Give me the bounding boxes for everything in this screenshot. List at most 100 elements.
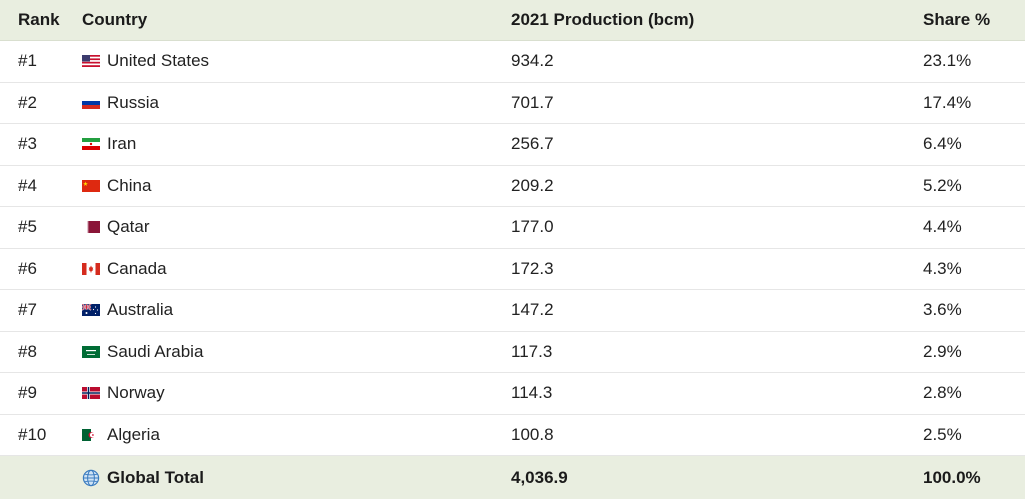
country-cell: Australia (82, 290, 173, 331)
rank-cell: #10 (18, 415, 46, 456)
production-cell-text: 117.3 (511, 341, 553, 361)
country-cell: Canada (82, 249, 167, 290)
country-cell: Russia (82, 83, 159, 124)
production-cell: 701.7 (511, 83, 554, 124)
rank-cell-text: #9 (18, 383, 37, 403)
production-cell: 209.2 (511, 166, 554, 207)
production-cell: 114.3 (511, 373, 552, 414)
share-cell: 17.4% (923, 83, 971, 124)
share-cell-text: 4.3% (923, 258, 962, 278)
share-cell-text: 2.8% (923, 383, 962, 403)
production-cell-text: 934.2 (511, 51, 554, 71)
rank-cell: #2 (18, 83, 37, 124)
country-cell: Qatar (82, 207, 150, 248)
country-cell-text: Iran (107, 134, 137, 154)
production-cell: 934.2 (511, 41, 554, 82)
gas-production-table: Rank Country 2021 Production (bcm) Share… (0, 0, 1025, 499)
total-share-cell-text: 100.0% (923, 467, 981, 487)
production-cell-text: 701.7 (511, 92, 554, 112)
qatar-flag-icon (82, 221, 100, 234)
country-cell-text: United States (107, 51, 210, 71)
production-cell: 172.3 (511, 249, 554, 290)
share-cell: 3.6% (923, 290, 962, 331)
production-cell: 100.8 (511, 415, 554, 456)
table-row: #7 Australia 147.2 3.6% (0, 290, 1025, 332)
us-flag-icon (82, 55, 100, 68)
table-row: #8 Saudi Arabia 117.3 2.9% (0, 332, 1025, 373)
norway-flag-icon (82, 387, 100, 400)
share-cell: 6.4% (923, 124, 962, 165)
country-cell: Norway (82, 373, 165, 414)
country-cell-text: Norway (107, 383, 165, 403)
share-cell-text: 5.2% (923, 175, 962, 195)
global-total-row: Global Total 4,036.9 100.0% (0, 456, 1025, 499)
rank-cell: #1 (18, 41, 37, 82)
share-cell-text: 2.9% (923, 341, 962, 361)
table-header-row: Rank Country 2021 Production (bcm) Share… (0, 0, 1025, 41)
share-cell-text: 23.1% (923, 51, 972, 71)
country-cell-text: Russia (107, 92, 159, 112)
share-cell: 2.8% (923, 373, 962, 414)
table-row: #2 Russia 701.7 17.4% (0, 83, 1025, 124)
australia-flag-icon (82, 304, 100, 317)
rank-cell-text: #7 (18, 300, 37, 320)
total-share-cell: 100.0% (923, 456, 981, 499)
rank-cell: #6 (18, 249, 37, 290)
rank-cell-text: #5 (18, 217, 37, 237)
country-cell: China (82, 166, 151, 207)
column-header-share: Share % (923, 10, 991, 29)
share-cell: 4.4% (923, 207, 962, 248)
globe-icon (82, 469, 100, 487)
production-cell: 147.2 (511, 290, 554, 331)
country-cell-text: Saudi Arabia (107, 341, 204, 361)
rank-cell: #8 (18, 332, 37, 373)
share-cell: 23.1% (923, 41, 971, 82)
total-production-cell: 4,036.9 (511, 456, 568, 499)
production-cell: 256.7 (511, 124, 554, 165)
rank-cell-text: #1 (18, 51, 37, 71)
column-header-country: Country (82, 10, 148, 29)
production-cell-text: 209.2 (511, 175, 554, 195)
table-row: #6 Canada 172.3 4.3% (0, 249, 1025, 290)
production-cell-text: 172.3 (511, 258, 554, 278)
share-cell-text: 6.4% (923, 134, 962, 154)
table-row: #10 Algeria 100.8 2.5% (0, 415, 1025, 456)
table-row: #9 Norway 114.3 2.8% (0, 373, 1025, 415)
production-cell: 117.3 (511, 332, 552, 373)
country-cell: Algeria (82, 415, 160, 456)
share-cell-text: 17.4% (923, 92, 972, 112)
total-country-cell: Global Total (82, 456, 204, 499)
rank-cell: #3 (18, 124, 37, 165)
total-country-cell-text: Global Total (107, 467, 204, 487)
country-cell: United States (82, 41, 209, 82)
rank-cell: #7 (18, 290, 37, 331)
production-cell-text: 147.2 (511, 300, 554, 320)
table-row: #1 United States 934.2 23.1% (0, 41, 1025, 83)
share-cell-text: 4.4% (923, 217, 962, 237)
country-cell-text: Qatar (107, 217, 150, 237)
rank-cell: #5 (18, 207, 37, 248)
rank-cell-text: #10 (18, 424, 47, 444)
share-cell: 4.3% (923, 249, 962, 290)
iran-flag-icon (82, 138, 100, 151)
rank-cell-text: #8 (18, 341, 37, 361)
share-cell: 5.2% (923, 166, 962, 207)
rank-cell: #4 (18, 166, 37, 207)
share-cell-text: 2.5% (923, 424, 962, 444)
share-cell: 2.9% (923, 332, 962, 373)
canada-flag-icon (82, 262, 100, 275)
table-row: #5 Qatar 177.0 4.4% (0, 207, 1025, 249)
production-cell-text: 114.3 (511, 383, 553, 403)
table-row: #3 Iran 256.7 6.4% (0, 124, 1025, 166)
country-cell-text: Canada (107, 258, 167, 278)
production-cell-text: 177.0 (511, 217, 554, 237)
share-cell: 2.5% (923, 415, 962, 456)
column-header-rank: Rank (18, 10, 60, 29)
share-cell-text: 3.6% (923, 300, 962, 320)
column-header-production: 2021 Production (bcm) (511, 10, 695, 29)
rank-cell-text: #6 (18, 258, 37, 278)
production-cell-text: 100.8 (511, 424, 554, 444)
country-cell: Iran (82, 124, 136, 165)
table-row: #4 China 209.2 5.2% (0, 166, 1025, 207)
rank-cell-text: #4 (18, 175, 37, 195)
